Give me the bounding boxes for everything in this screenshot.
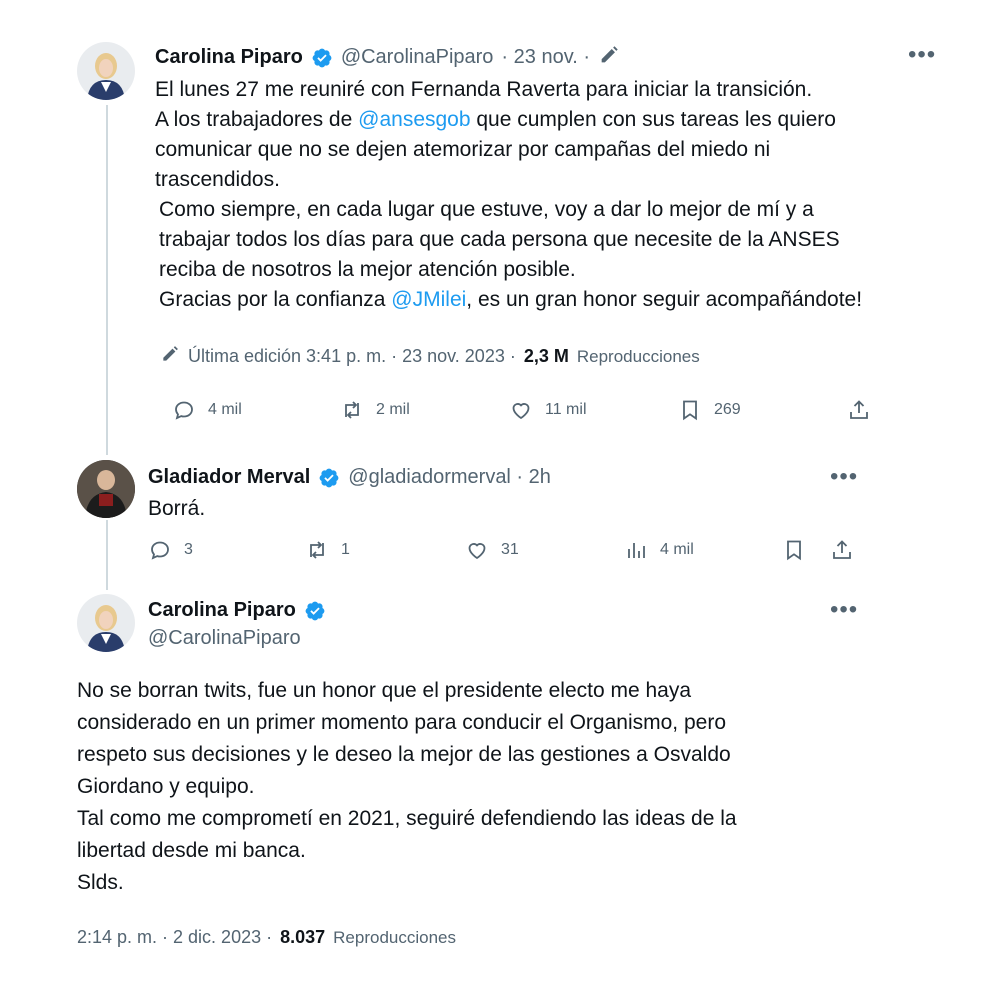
like-count: 31 xyxy=(501,541,519,558)
avatar[interactable] xyxy=(77,42,135,100)
author-name[interactable]: Carolina Piparo xyxy=(155,46,303,69)
retweet-button[interactable]: 2 mil xyxy=(340,398,410,422)
bookmark-count: 269 xyxy=(714,401,741,418)
reply-icon xyxy=(151,541,169,560)
edit-info: Última edición 3:41 p. m. · 23 nov. 2023… xyxy=(160,344,700,369)
tweet-timestamp-row: 2:14 p. m. · 2 dic. 2023 · 8.037 Reprodu… xyxy=(77,927,456,948)
more-options-icon[interactable]: ••• xyxy=(830,465,858,489)
tweet-text-line: El lunes 27 me reuniré con Fernanda Rave… xyxy=(155,78,813,101)
views-label: Reproducciones xyxy=(576,346,700,366)
tweet-text: El lunes 27 me reuniré con Fernanda Rave… xyxy=(155,75,915,315)
views-count: 4 mil xyxy=(660,541,694,558)
tweet-text: No se borran twits, fue un honor que el … xyxy=(77,675,897,899)
author-handle[interactable]: @CarolinaPiparo xyxy=(148,627,301,650)
like-count: 11 mil xyxy=(545,401,587,418)
retweet-count: 1 xyxy=(341,541,350,558)
author-handle[interactable]: @CarolinaPiparo xyxy=(341,46,494,69)
tweet-text-line: comunicar que no se dejen atemorizar por… xyxy=(155,138,771,161)
bookmark-icon xyxy=(787,540,801,561)
heart-icon xyxy=(468,543,486,560)
text-segment: Gracias por la confianza xyxy=(159,288,392,311)
tweet-timestamp[interactable]: 2:14 p. m. · 2 dic. 2023 · xyxy=(77,927,272,948)
tweet-text-line: Como siempre, en cada lugar que estuve, … xyxy=(159,198,814,221)
tweet-date[interactable]: · 23 nov. · xyxy=(501,46,590,69)
tweet-text-line: libertad desde mi banca. xyxy=(77,839,306,862)
reply-count: 3 xyxy=(184,541,193,558)
reply-count: 4 mil xyxy=(208,401,242,418)
thread-connector xyxy=(106,105,108,455)
text-segment: que cumplen con sus tareas les quiero xyxy=(470,108,836,131)
reply-icon xyxy=(175,401,193,420)
thread-connector xyxy=(106,520,108,590)
author-name[interactable]: Gladiador Merval xyxy=(148,466,310,489)
author-handle[interactable]: @gladiadormerval · 2h xyxy=(348,466,551,489)
edit-pencil-icon xyxy=(160,344,180,369)
views-count: 8.037 xyxy=(280,927,326,947)
reply-button[interactable]: 4 mil xyxy=(172,398,242,422)
bookmark-button[interactable]: 269 xyxy=(678,398,741,422)
tweet-text-line: considerado en un primer momento para co… xyxy=(77,711,727,734)
more-options-icon[interactable]: ••• xyxy=(830,598,858,622)
retweet-button[interactable]: 1 xyxy=(305,538,350,562)
avatar[interactable] xyxy=(77,460,135,518)
author-name[interactable]: Carolina Piparo xyxy=(148,599,296,622)
tweet-text-line: respeto sus decisiones y le deseo la mej… xyxy=(77,743,731,766)
mention-link[interactable]: @JMilei xyxy=(391,288,466,311)
tweet-text-line: Tal como me comprometí en 2021, seguiré … xyxy=(77,807,737,830)
tweet-text-line: A los trabajadores de @ansesgob que cump… xyxy=(155,105,915,135)
avatar[interactable] xyxy=(77,594,135,652)
tweet-text-line: Giordano y equipo. xyxy=(77,775,255,798)
share-button[interactable] xyxy=(830,538,854,562)
more-options-icon[interactable]: ••• xyxy=(908,43,936,67)
tweet-header: Gladiador Merval @gladiadormerval · 2h xyxy=(148,466,551,489)
text-segment: A los trabajadores de xyxy=(155,108,359,131)
like-button[interactable]: 31 xyxy=(465,538,519,562)
bookmark-icon xyxy=(683,400,697,421)
tweet-text-line: No se borran twits, fue un honor que el … xyxy=(77,679,692,702)
tweet-text-line: trabajar todos los días para que cada pe… xyxy=(159,228,840,251)
text-segment: , es un gran honor seguir acompañándote! xyxy=(466,288,863,311)
tweet-text: Borrá. xyxy=(148,497,206,520)
views-button[interactable]: 4 mil xyxy=(624,538,694,562)
verified-badge-icon xyxy=(318,467,340,489)
like-button[interactable]: 11 mil xyxy=(509,398,587,422)
verified-badge-icon xyxy=(311,47,333,69)
retweet-icon xyxy=(345,401,359,419)
share-button[interactable] xyxy=(847,398,871,422)
tweet-header: Carolina Piparo xyxy=(148,599,326,622)
tweet-text-line: Gracias por la confianza @JMilei, es un … xyxy=(159,285,915,315)
bookmark-button[interactable] xyxy=(782,538,806,562)
views-label: Reproducciones xyxy=(333,927,457,947)
share-icon xyxy=(850,400,868,419)
reply-button[interactable]: 3 xyxy=(148,538,193,562)
share-icon xyxy=(833,540,851,559)
heart-icon xyxy=(512,403,530,420)
verified-badge-icon xyxy=(304,600,326,622)
analytics-icon xyxy=(628,543,645,558)
retweet-icon xyxy=(310,541,324,559)
tweet-text-line: Slds. xyxy=(77,871,124,894)
views-count: 2,3 M xyxy=(523,346,569,366)
retweet-count: 2 mil xyxy=(376,401,410,418)
mention-link[interactable]: @ansesgob xyxy=(358,108,470,131)
tweet-header: Carolina Piparo @CarolinaPiparo · 23 nov… xyxy=(155,44,620,71)
edit-pencil-icon xyxy=(598,44,620,71)
tweet-text-line: trascendidos. xyxy=(155,168,280,191)
tweet-text-line: reciba de nosotros la mejor atención pos… xyxy=(159,258,576,281)
edit-timestamp[interactable]: Última edición 3:41 p. m. · 23 nov. 2023… xyxy=(188,346,516,367)
